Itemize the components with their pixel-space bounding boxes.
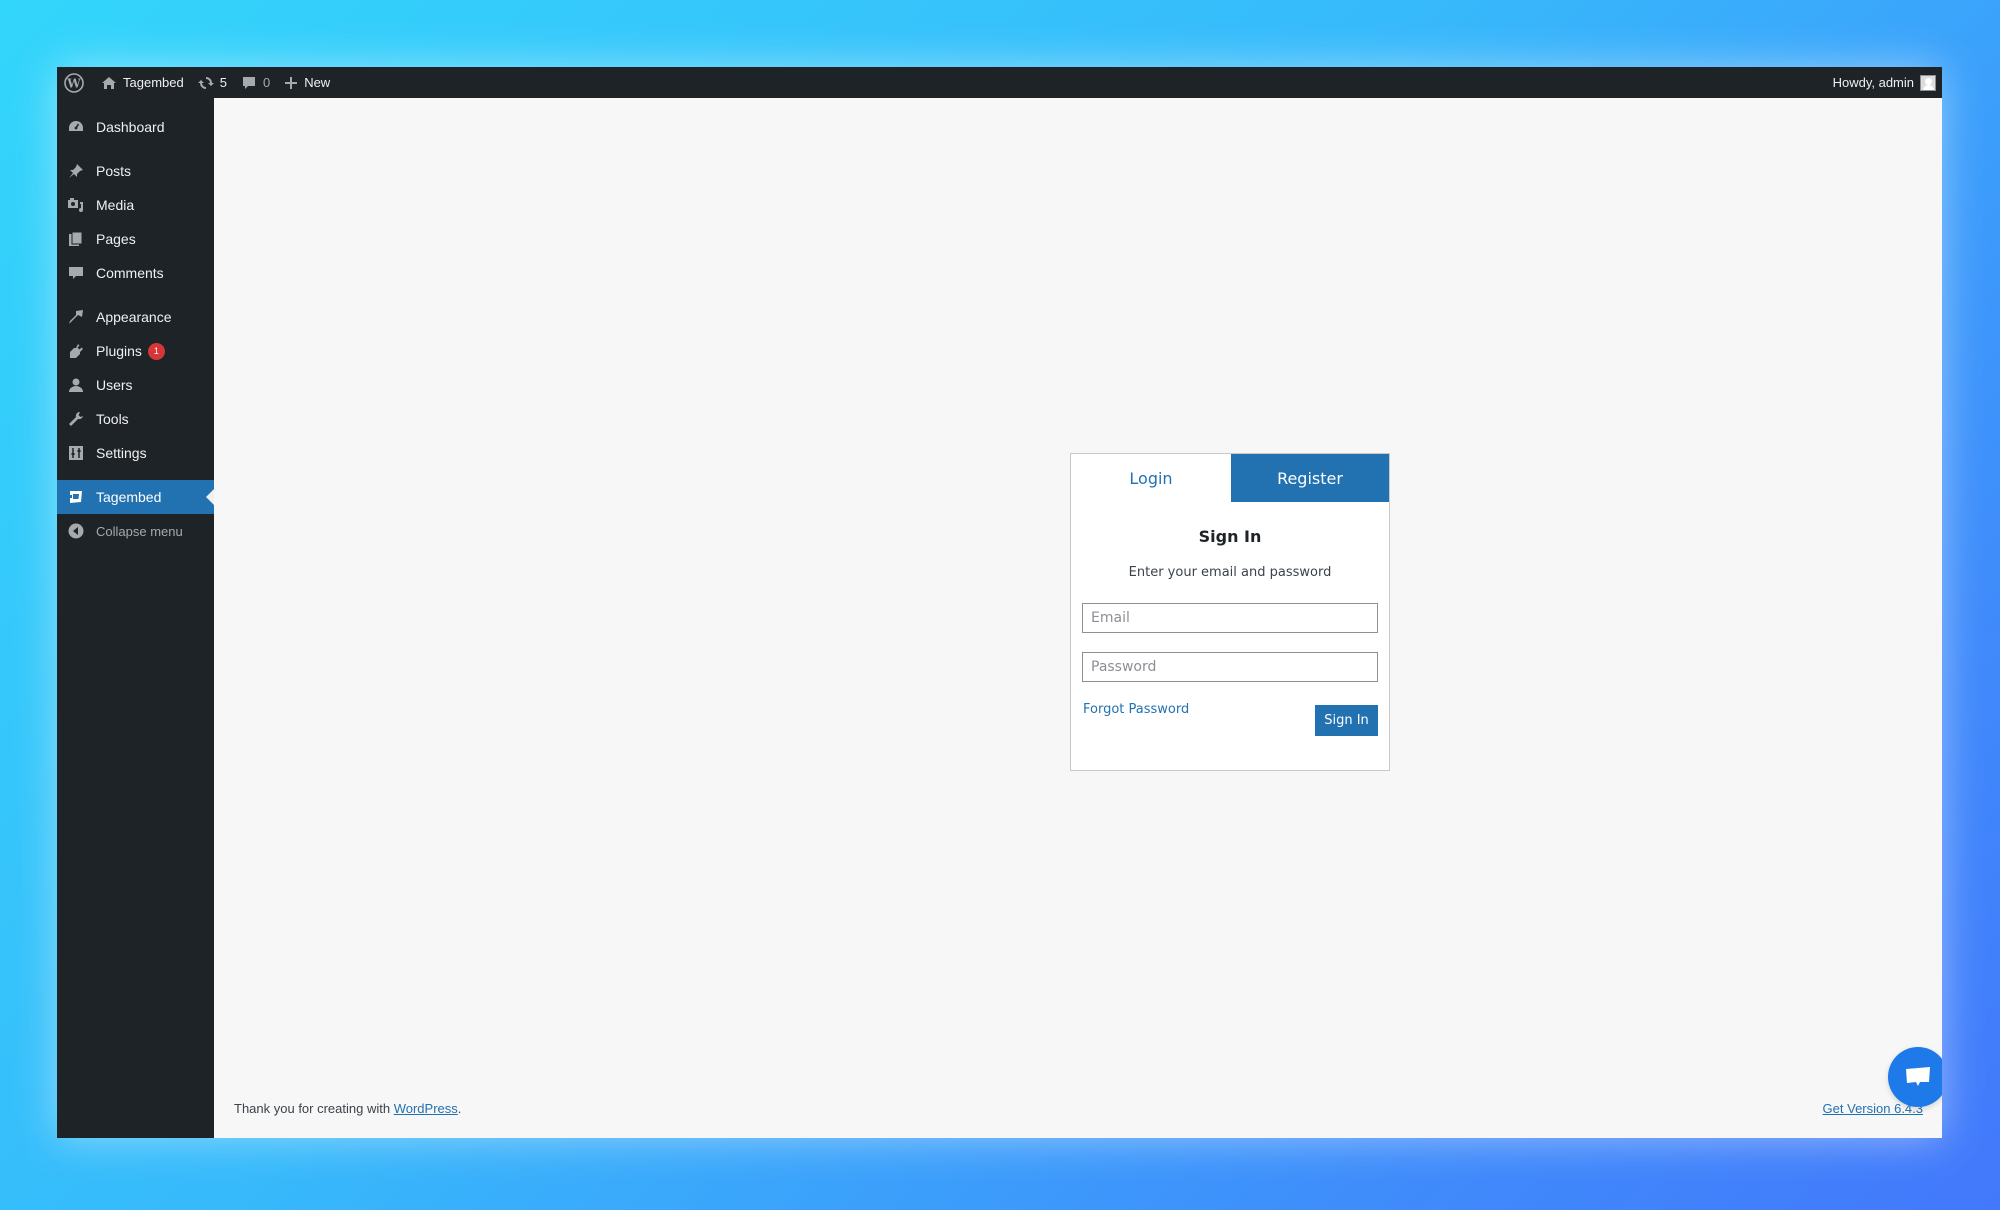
sign-in-button[interactable]: Sign In	[1315, 705, 1378, 736]
sidebar-item-tagembed[interactable]: Tagembed	[57, 480, 214, 514]
collapse-label: Collapse menu	[96, 523, 183, 539]
footer-thanks: Thank you for creating with WordPress.	[234, 1101, 461, 1116]
sidebar-label: Tagembed	[96, 489, 162, 505]
wrench-icon	[66, 409, 86, 429]
browser-window: W Tagembed 5 0 New Howdy, admin Dashboar…	[57, 67, 1942, 1138]
site-name: Tagembed	[123, 75, 184, 90]
sidebar-label: Posts	[96, 163, 132, 179]
footer-thanks-text: Thank you for creating with	[234, 1101, 394, 1116]
sidebar-item-tools[interactable]: Tools	[57, 402, 214, 436]
chat-widget-button[interactable]	[1888, 1047, 1942, 1107]
sidebar-item-pages[interactable]: Pages	[57, 222, 214, 256]
sidebar-label: Tools	[96, 411, 129, 427]
media-icon	[66, 195, 86, 215]
wordpress-link[interactable]: WordPress	[394, 1101, 458, 1116]
user-icon	[66, 375, 86, 395]
tab-login[interactable]: Login	[1071, 454, 1231, 502]
plugins-update-badge: 1	[147, 342, 165, 360]
svg-text:W: W	[66, 76, 81, 90]
admin-sidebar: Dashboard Posts Media Pages Comments App…	[57, 98, 214, 1138]
sidebar-label: Appearance	[96, 309, 172, 325]
pages-icon	[66, 229, 86, 249]
new-content-link[interactable]: New	[277, 67, 337, 98]
main-content: Login Register Sign In Enter your email …	[214, 98, 1942, 1138]
collapse-menu-button[interactable]: Collapse menu	[57, 514, 214, 548]
sidebar-label: Dashboard	[96, 119, 165, 135]
sidebar-label: Settings	[96, 445, 147, 461]
collapse-icon	[66, 521, 86, 541]
greeting: Howdy, admin	[1832, 75, 1914, 90]
tagembed-icon	[66, 487, 86, 507]
sign-in-subtitle: Enter your email and password	[1128, 565, 1332, 580]
pin-icon	[66, 161, 86, 181]
site-name-link[interactable]: Tagembed	[94, 67, 191, 98]
menu-separator	[57, 144, 214, 154]
comment-icon	[66, 263, 86, 283]
sidebar-label: Comments	[96, 265, 164, 281]
wordpress-logo-menu[interactable]: W	[57, 67, 94, 98]
sidebar-item-comments[interactable]: Comments	[57, 256, 214, 290]
footer-thanks-suffix: .	[457, 1101, 462, 1116]
admin-bar: W Tagembed 5 0 New Howdy, admin	[57, 67, 1942, 98]
sidebar-label: Plugins	[96, 343, 142, 359]
sidebar-item-settings[interactable]: Settings	[57, 436, 214, 470]
updates-link[interactable]: 5	[191, 67, 234, 98]
forgot-password-link[interactable]: Forgot Password	[1083, 702, 1189, 717]
sidebar-label: Pages	[96, 231, 136, 247]
plug-icon	[66, 341, 86, 361]
avatar	[1920, 74, 1936, 91]
settings-icon	[66, 443, 86, 463]
auth-tabs: Login Register	[1071, 454, 1389, 502]
menu-separator	[57, 290, 214, 300]
comment-icon	[241, 75, 257, 91]
menu-separator	[57, 470, 214, 480]
sidebar-item-users[interactable]: Users	[57, 368, 214, 402]
login-card: Login Register Sign In Enter your email …	[1070, 453, 1390, 771]
sidebar-item-dashboard[interactable]: Dashboard	[57, 110, 214, 144]
comments-count: 0	[262, 75, 271, 90]
update-icon	[197, 75, 214, 91]
home-icon	[101, 75, 117, 91]
email-input[interactable]	[1082, 603, 1378, 633]
new-label: New	[304, 75, 331, 90]
sidebar-item-plugins[interactable]: Plugins 1	[57, 334, 214, 368]
sidebar-label: Media	[96, 197, 135, 213]
sidebar-item-appearance[interactable]: Appearance	[57, 300, 214, 334]
tab-register[interactable]: Register	[1231, 454, 1389, 502]
card-actions: Forgot Password Sign In	[1071, 682, 1389, 742]
updates-count: 5	[219, 75, 227, 90]
comments-link[interactable]: 0	[234, 67, 277, 98]
dashboard-icon	[66, 117, 86, 137]
account-menu[interactable]: Howdy, admin	[1826, 67, 1942, 98]
plus-icon	[284, 76, 298, 90]
wordpress-icon: W	[64, 72, 84, 93]
sidebar-item-posts[interactable]: Posts	[57, 154, 214, 188]
paintbrush-icon	[66, 307, 86, 327]
sidebar-label: Users	[96, 377, 133, 393]
chat-icon	[1906, 1067, 1930, 1086]
sign-in-heading: Sign In	[1198, 527, 1262, 546]
sidebar-item-media[interactable]: Media	[57, 188, 214, 222]
password-input[interactable]	[1082, 652, 1378, 682]
